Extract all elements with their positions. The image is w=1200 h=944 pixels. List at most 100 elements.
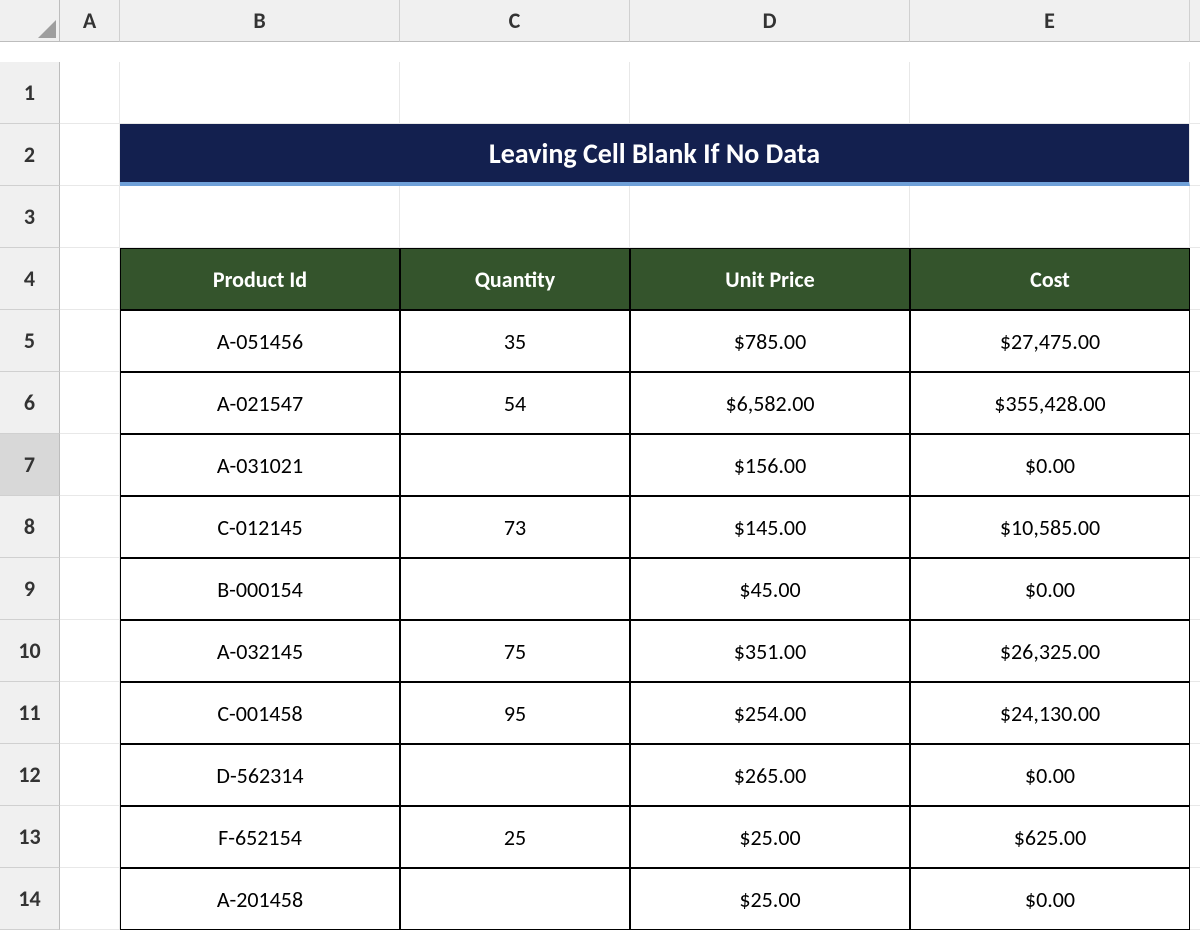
cell-quantity[interactable]: 73 [400, 496, 630, 558]
cell-F4[interactable] [1190, 248, 1200, 310]
cell-cost[interactable]: $27,475.00 [910, 310, 1190, 372]
col-header-D[interactable]: D [630, 0, 910, 42]
cell-unit-price[interactable]: $6,582.00 [630, 372, 910, 434]
cell-product-id[interactable]: A-021547 [120, 372, 400, 434]
cell-product-id[interactable]: F-652154 [120, 806, 400, 868]
cell-quantity[interactable]: 95 [400, 682, 630, 744]
row-header-2[interactable]: 2 [0, 124, 60, 186]
row-header-1[interactable]: 1 [0, 62, 60, 124]
row-header-8[interactable]: 8 [0, 496, 60, 558]
cell-product-id[interactable]: C-001458 [120, 682, 400, 744]
cell-E3[interactable] [910, 186, 1190, 248]
cell-B3[interactable] [120, 186, 400, 248]
cell-cost[interactable]: $0.00 [910, 744, 1190, 806]
cell-F13[interactable] [1190, 806, 1200, 868]
cell-F12[interactable] [1190, 744, 1200, 806]
cell-A1[interactable] [60, 62, 120, 124]
cell-C1[interactable] [400, 62, 630, 124]
title-banner[interactable]: Leaving Cell Blank If No Data [120, 124, 1190, 186]
cell-unit-price[interactable]: $265.00 [630, 744, 910, 806]
cell-unit-price[interactable]: $25.00 [630, 868, 910, 930]
cell-A3[interactable] [60, 186, 120, 248]
col-header-A[interactable]: A [60, 0, 120, 42]
cell-cost[interactable]: $26,325.00 [910, 620, 1190, 682]
row-header-11[interactable]: 11 [0, 682, 60, 744]
cell-quantity[interactable]: 75 [400, 620, 630, 682]
row-header-9[interactable]: 9 [0, 558, 60, 620]
cell-A13[interactable] [60, 806, 120, 868]
cell-unit-price[interactable]: $785.00 [630, 310, 910, 372]
cell-A12[interactable] [60, 744, 120, 806]
cell-unit-price[interactable]: $145.00 [630, 496, 910, 558]
cell-D3[interactable] [630, 186, 910, 248]
cell-product-id[interactable]: D-562314 [120, 744, 400, 806]
cell-unit-price[interactable]: $351.00 [630, 620, 910, 682]
cell-F3[interactable] [1190, 186, 1200, 248]
col-header-blank[interactable] [1190, 0, 1200, 42]
cell-D1[interactable] [630, 62, 910, 124]
col-header-E[interactable]: E [910, 0, 1190, 42]
cell-A14[interactable] [60, 868, 120, 930]
cell-quantity[interactable]: 35 [400, 310, 630, 372]
cell-quantity[interactable] [400, 744, 630, 806]
cell-F2[interactable] [1190, 124, 1200, 186]
cell-A8[interactable] [60, 496, 120, 558]
cell-F1[interactable] [1190, 62, 1200, 124]
cell-A6[interactable] [60, 372, 120, 434]
col-header-B[interactable]: B [120, 0, 400, 42]
cell-F14[interactable] [1190, 868, 1200, 930]
cell-cost[interactable]: $355,428.00 [910, 372, 1190, 434]
cell-unit-price[interactable]: $254.00 [630, 682, 910, 744]
cell-A10[interactable] [60, 620, 120, 682]
cell-F7[interactable] [1190, 434, 1200, 496]
cell-cost[interactable]: $0.00 [910, 868, 1190, 930]
row-header-10[interactable]: 10 [0, 620, 60, 682]
cell-A5[interactable] [60, 310, 120, 372]
row-header-3[interactable]: 3 [0, 186, 60, 248]
row-header-7[interactable]: 7 [0, 434, 60, 496]
cell-unit-price[interactable]: $25.00 [630, 806, 910, 868]
cell-cost[interactable]: $10,585.00 [910, 496, 1190, 558]
cell-quantity[interactable] [400, 558, 630, 620]
select-all-corner[interactable] [0, 0, 60, 42]
cell-product-id[interactable]: A-201458 [120, 868, 400, 930]
cell-product-id[interactable]: A-031021 [120, 434, 400, 496]
cell-E1[interactable] [910, 62, 1190, 124]
cell-cost[interactable]: $625.00 [910, 806, 1190, 868]
row-header-4[interactable]: 4 [0, 248, 60, 310]
cell-A11[interactable] [60, 682, 120, 744]
cell-F11[interactable] [1190, 682, 1200, 744]
row-header-14[interactable]: 14 [0, 868, 60, 930]
cell-quantity[interactable] [400, 868, 630, 930]
cell-A9[interactable] [60, 558, 120, 620]
cell-product-id[interactable]: A-032145 [120, 620, 400, 682]
cell-product-id[interactable]: C-012145 [120, 496, 400, 558]
row-header-12[interactable]: 12 [0, 744, 60, 806]
cell-cost[interactable]: $24,130.00 [910, 682, 1190, 744]
cell-F5[interactable] [1190, 310, 1200, 372]
cell-cost[interactable]: $0.00 [910, 434, 1190, 496]
spreadsheet-grid[interactable]: A B C D E 1 2 Leaving Cell Blank If No D… [0, 0, 1200, 930]
cell-A4[interactable] [60, 248, 120, 310]
cell-F6[interactable] [1190, 372, 1200, 434]
cell-C3[interactable] [400, 186, 630, 248]
cell-F8[interactable] [1190, 496, 1200, 558]
cell-A2[interactable] [60, 124, 120, 186]
cell-cost[interactable]: $0.00 [910, 558, 1190, 620]
cell-unit-price[interactable]: $45.00 [630, 558, 910, 620]
cell-A7[interactable] [60, 434, 120, 496]
cell-product-id[interactable]: B-000154 [120, 558, 400, 620]
table-header-unit-price[interactable]: Unit Price [630, 248, 910, 310]
cell-unit-price[interactable]: $156.00 [630, 434, 910, 496]
cell-F9[interactable] [1190, 558, 1200, 620]
cell-quantity[interactable] [400, 434, 630, 496]
row-header-5[interactable]: 5 [0, 310, 60, 372]
cell-quantity[interactable]: 25 [400, 806, 630, 868]
row-header-13[interactable]: 13 [0, 806, 60, 868]
cell-B1[interactable] [120, 62, 400, 124]
cell-F10[interactable] [1190, 620, 1200, 682]
table-header-cost[interactable]: Cost [910, 248, 1190, 310]
table-header-quantity[interactable]: Quantity [400, 248, 630, 310]
cell-product-id[interactable]: A-051456 [120, 310, 400, 372]
row-header-6[interactable]: 6 [0, 372, 60, 434]
